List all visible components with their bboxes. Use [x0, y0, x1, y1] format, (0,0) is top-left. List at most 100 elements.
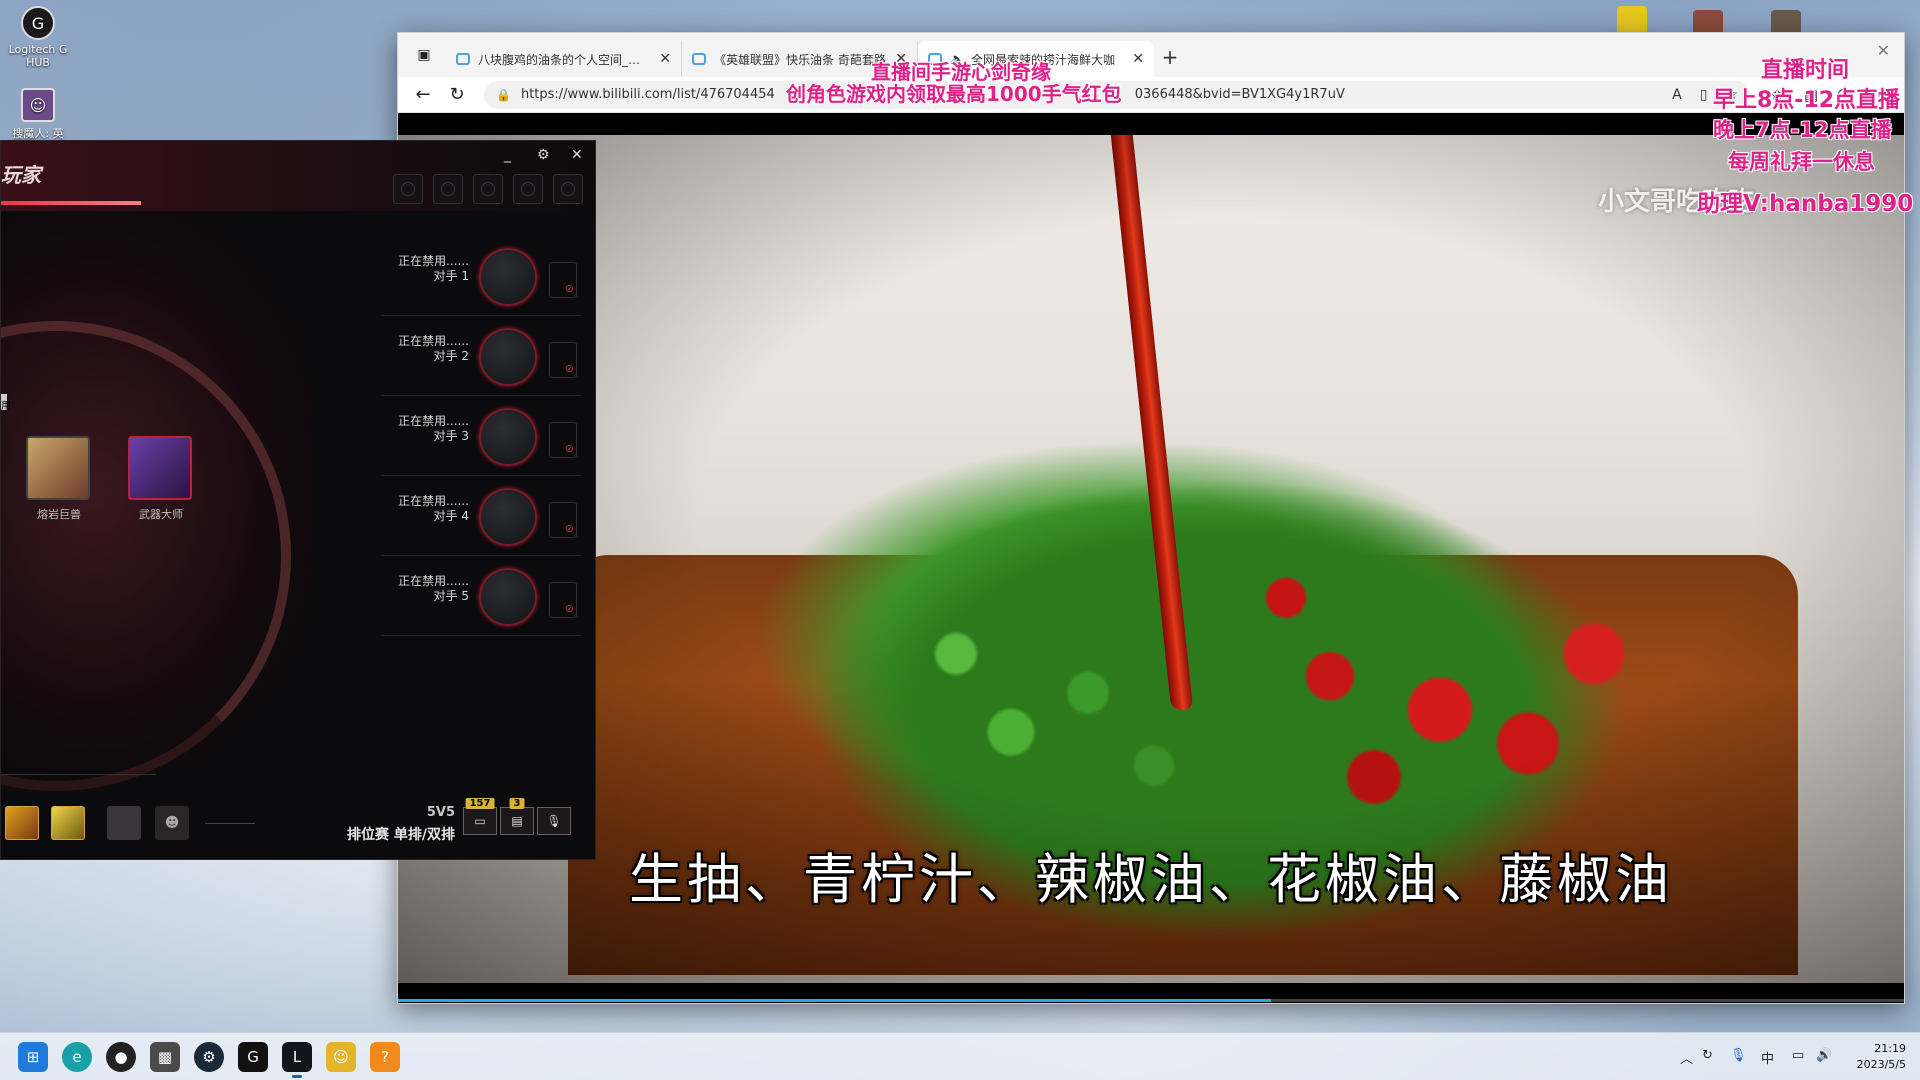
microphone-tray-icon[interactable]: 🎙	[1730, 1048, 1747, 1063]
chevron-up-icon[interactable]: ︿	[1680, 1048, 1693, 1067]
schedule-morning: 早上8点-12点直播	[1713, 88, 1901, 113]
opponent-avatar	[479, 248, 537, 306]
app-icon-orange[interactable]: ?	[370, 1042, 400, 1072]
opponent-label: 对手 1	[433, 269, 469, 283]
ban-icon: ⊘	[564, 442, 574, 455]
desktop-icon-logitech[interactable]: G Logitech G HUB	[0, 6, 78, 69]
close-icon[interactable]: ✕	[1132, 51, 1144, 67]
opponent-status: 正在禁用......	[398, 414, 469, 428]
ime-indicator[interactable]: 中	[1761, 1048, 1774, 1067]
lobby-button[interactable]: 3 ▤	[500, 798, 534, 835]
queue-type: 排位赛 单排/双排	[347, 827, 455, 843]
app-icon-yellow[interactable]: ☺	[326, 1042, 356, 1072]
champion-card-jax[interactable]: 武器大师	[128, 436, 194, 522]
desktop-icon-label: 搜魔人: 英	[12, 127, 64, 140]
opponent-avatar	[479, 408, 537, 466]
opponent-avatar	[479, 488, 537, 546]
close-icon[interactable]: ✕	[659, 51, 671, 67]
ban-slot	[553, 174, 583, 204]
ban-icon: ⊘	[564, 282, 574, 295]
video-frame: 小文哥吃吃吃 生抽、青柠汁、辣椒油、花椒油、藤椒油	[398, 135, 1904, 983]
ban-slot	[513, 174, 543, 204]
opponent-label: 对手 4	[433, 509, 469, 523]
clock[interactable]: 21:19 2023/5/5	[1857, 1041, 1906, 1073]
address-bar: ← ↻ 🔒 https://www.bilibili.com/list/4767…	[398, 77, 1904, 113]
rune-page-icon[interactable]	[107, 806, 141, 840]
opponent-ban-slot: ⊘	[549, 342, 577, 378]
minimize-icon[interactable]: _	[504, 147, 511, 163]
tab-bilibili-space[interactable]: 八块腹鸡的油条的个人空间_哔哩 ✕	[446, 41, 682, 77]
ban-slot	[433, 174, 463, 204]
chat-icon: ▭	[474, 814, 486, 828]
back-icon[interactable]: ←	[406, 80, 440, 110]
opponent-ban-slot: ⊘	[549, 262, 577, 298]
start-icon[interactable]: ⊞	[18, 1042, 48, 1072]
opponent-avatar	[479, 568, 537, 626]
ban-slot	[393, 174, 423, 204]
champion-card-malphite[interactable]: 熔岩巨兽	[26, 436, 92, 522]
voice-button[interactable]: 🎙	[537, 807, 571, 835]
opponent-label: 对手 5	[433, 589, 469, 603]
ban-slots	[393, 174, 583, 204]
chat-button[interactable]: 157 ▭	[463, 798, 497, 835]
left-tag: 用	[1, 394, 11, 412]
opponent-avatar	[479, 328, 537, 386]
ban-slot	[473, 174, 503, 204]
opponent-label: 对手 3	[433, 429, 469, 443]
opponent-ban-slot: ⊘	[549, 582, 577, 618]
champion-name: 武器大师	[139, 508, 183, 521]
desktop-icon-search[interactable]: ☺ 搜魔人: 英	[0, 88, 78, 141]
app-icon-photos[interactable]: ▩	[150, 1042, 180, 1072]
champion-portrait	[26, 436, 90, 500]
steam-icon[interactable]: ⚙	[194, 1042, 224, 1072]
ban-icon: ⊘	[564, 602, 574, 615]
video-player[interactable]: 小文哥吃吃吃 生抽、青柠汁、辣椒油、花椒油、藤椒油	[398, 113, 1904, 1003]
schedule-evening: 晚上7点-12点直播	[1713, 118, 1892, 142]
edge-icon[interactable]: e	[62, 1042, 92, 1072]
emote-icon[interactable]: ☻	[155, 806, 189, 840]
opponent-row-1: 正在禁用...... 对手 1 ⊘	[381, 236, 581, 316]
sync-icon[interactable]: ↻	[1702, 1048, 1713, 1063]
logitech-g-icon: G	[21, 6, 55, 40]
read-aloud-icon[interactable]: A	[1672, 87, 1682, 103]
gear-icon[interactable]: ⚙	[537, 147, 550, 163]
split-screen-icon[interactable]: ▯	[1700, 87, 1708, 103]
ban-icon: ⊘	[564, 362, 574, 375]
summoner-spell-flash[interactable]	[51, 806, 85, 840]
close-icon[interactable]: ✕	[571, 147, 583, 163]
summoner-spell-ignite[interactable]	[5, 806, 39, 840]
bilibili-icon	[692, 53, 706, 65]
taskbar: ⊞ e ● ▩ ⚙ G L ☺ ? ︿ ↻ 🎙 中 ▭ 🔊 21:19 2023…	[0, 1032, 1920, 1080]
tab-title: 八块腹鸡的油条的个人空间_哔哩	[478, 52, 652, 67]
lobby-icon: ▤	[511, 814, 523, 828]
tab-actions-icon[interactable]: ▣	[410, 41, 438, 69]
app-icon-red[interactable]: ●	[106, 1042, 136, 1072]
opponent-status: 正在禁用......	[398, 334, 469, 348]
garena-icon[interactable]: G	[238, 1042, 268, 1072]
lobby-badge: 3	[509, 798, 525, 809]
opponent-label: 对手 2	[433, 349, 469, 363]
refresh-icon[interactable]: ↻	[440, 80, 474, 110]
opponent-row-3: 正在禁用...... 对手 3 ⊘	[381, 396, 581, 476]
assistant-contact: 助理V:hanba1990	[1697, 191, 1914, 217]
video-progress-bar[interactable]	[398, 999, 1904, 1002]
opponent-status: 正在禁用......	[398, 254, 469, 268]
lol-champ-select-window: 玩家 _ ⚙ ✕ 用 熔岩巨兽 武器大师 正在禁用...... 对手 1 ⊘ 正在…	[0, 140, 596, 860]
lock-icon: 🔒	[496, 87, 511, 102]
chat-badge: 157	[465, 798, 495, 809]
network-icon[interactable]: ▭	[1792, 1048, 1804, 1063]
opponent-row-5: 正在禁用...... 对手 5 ⊘	[381, 556, 581, 636]
volume-icon[interactable]: 🔊	[1816, 1048, 1832, 1063]
opponent-row-4: 正在禁用...... 对手 4 ⊘	[381, 476, 581, 556]
new-tab-button[interactable]: +	[1154, 41, 1186, 73]
game-header: 玩家 _ ⚙ ✕	[1, 141, 595, 211]
progress-fill	[398, 999, 1272, 1002]
league-icon[interactable]: L	[282, 1042, 312, 1078]
bilibili-icon	[456, 53, 470, 65]
opponent-ban-slot: ⊘	[549, 422, 577, 458]
schedule-rest: 每周礼拜一休息	[1728, 150, 1875, 174]
opponent-ban-slot: ⊘	[549, 502, 577, 538]
window-close-icon[interactable]: ✕	[1877, 41, 1890, 60]
desktop-icon-label: Logitech G HUB	[8, 43, 68, 69]
opponent-status: 正在禁用......	[398, 574, 469, 588]
